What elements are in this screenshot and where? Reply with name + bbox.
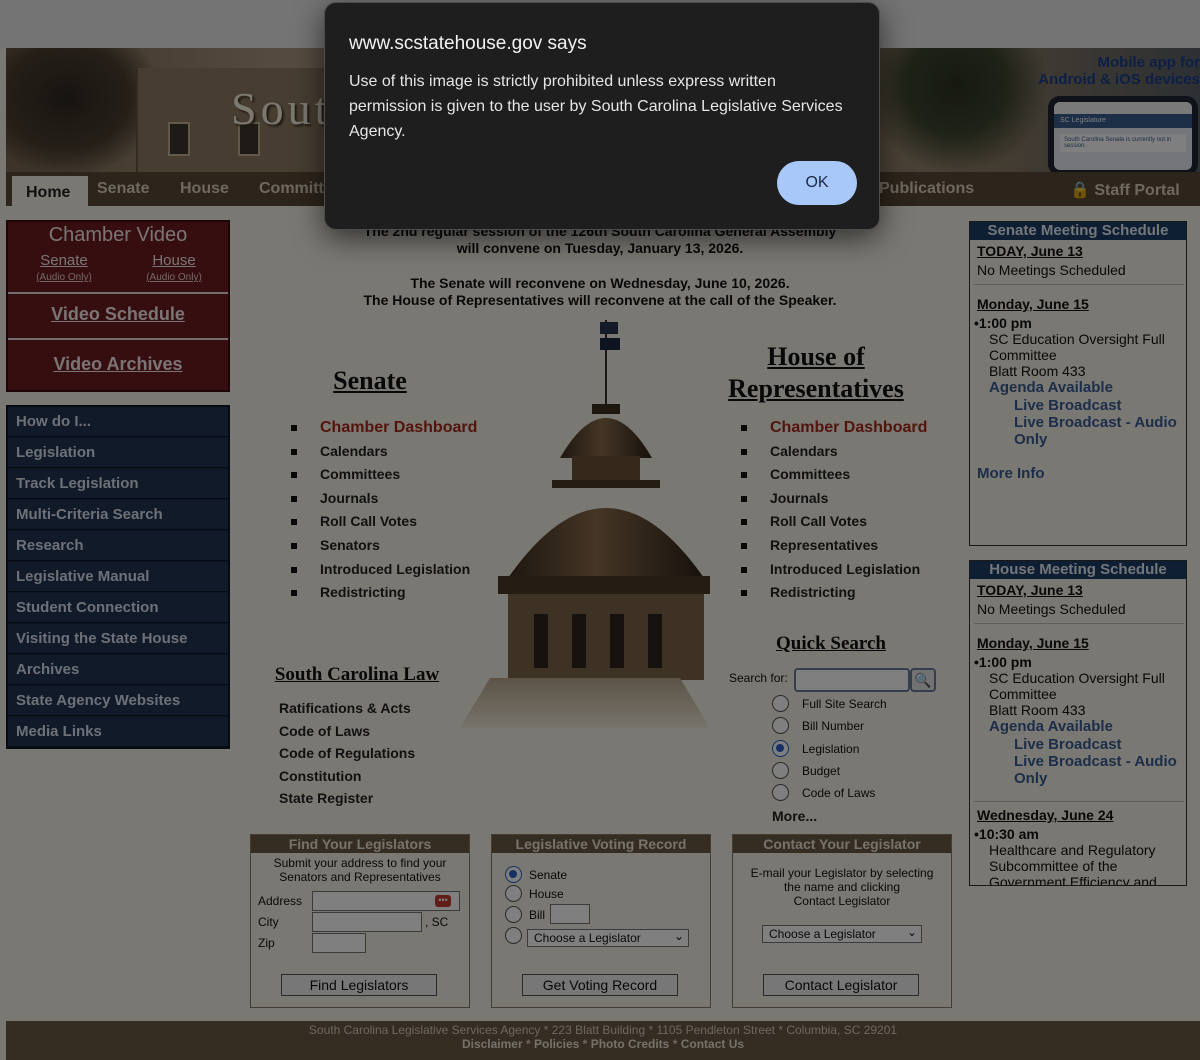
dialog-title: www.scstatehouse.gov says bbox=[349, 33, 587, 54]
dialog-message: Use of this image is strictly prohibited… bbox=[349, 73, 843, 140]
ok-button[interactable]: OK bbox=[777, 161, 857, 205]
alert-dialog: www.scstatehouse.gov says Use of this im… bbox=[324, 2, 880, 230]
